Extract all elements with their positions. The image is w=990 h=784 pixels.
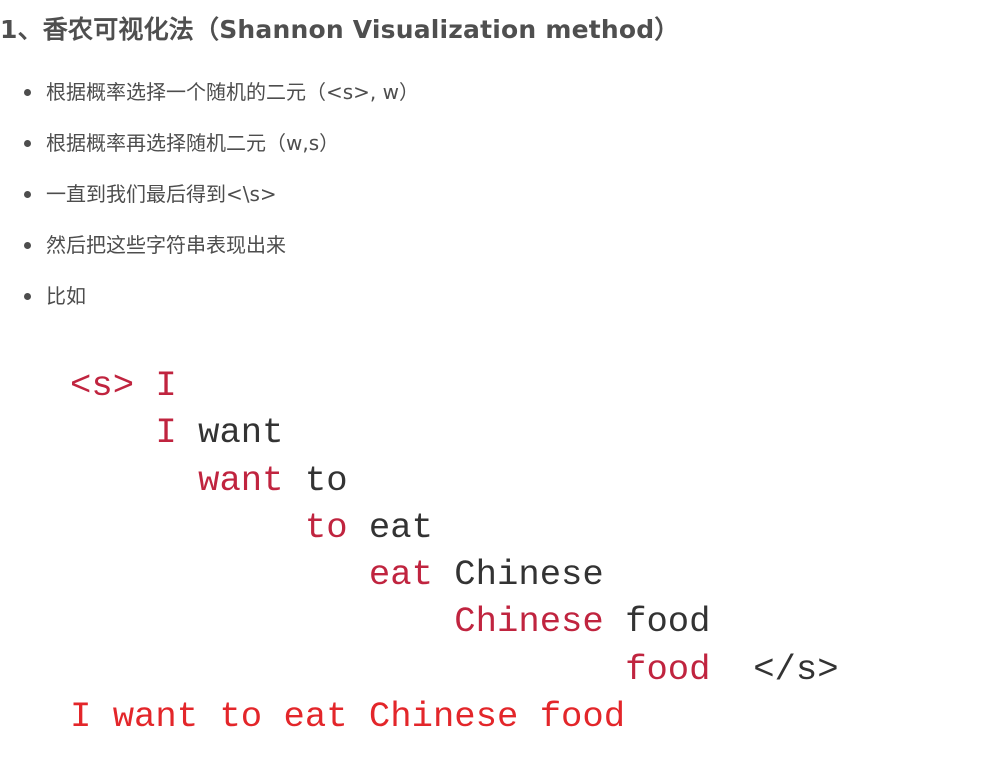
bullet-icon <box>24 89 31 96</box>
list-item-text: 根据概率再选择随机二元（w,s） <box>46 131 340 155</box>
bigram-next-token: Chinese <box>454 554 604 596</box>
section-heading: 1、香农可视化法（Shannon Visualization method） <box>0 15 680 44</box>
bigram-context-token: <s> <box>70 365 135 406</box>
bigram-row: food </s> <box>70 646 839 693</box>
list-item-text: 根据概率选择一个随机的二元（<s>, w） <box>46 80 420 104</box>
bullet-list: 根据概率选择一个随机的二元（<s>, w） 根据概率再选择随机二元（w,s） 一… <box>0 72 419 327</box>
bigram-context-token: Chinese <box>454 601 604 643</box>
bigram-context-token: food <box>625 648 711 690</box>
bigram-row: Chinese food <box>70 598 710 645</box>
bigram-row: to eat <box>70 504 625 551</box>
list-item: 比如 <box>0 276 419 327</box>
generated-sentence: I want to eat Chinese food <box>70 696 626 738</box>
bigram-row: want to <box>70 457 625 504</box>
bigram-example: <s> I Iwant want to to eat eat Chinese Chinese foo… <box>70 362 839 740</box>
list-item: 根据概率选择一个随机的二元（<s>, w） <box>0 72 419 123</box>
bigram-next-token: food <box>625 601 711 643</box>
bullet-icon <box>24 191 31 198</box>
bullet-icon <box>24 242 31 249</box>
bullet-icon <box>24 293 31 300</box>
list-item-text: 一直到我们最后得到<\s> <box>46 182 277 206</box>
list-item-text: 然后把这些字符串表现出来 <box>46 233 286 257</box>
bigram-context-token: I <box>155 412 177 454</box>
bigram-row: eat Chinese <box>70 551 625 598</box>
list-item: 一直到我们最后得到<\s> <box>0 174 419 225</box>
bullet-icon <box>24 140 31 147</box>
bigram-row: Iwant <box>70 409 625 456</box>
list-item-text: 比如 <box>46 284 86 308</box>
list-item: 然后把这些字符串表现出来 <box>0 225 419 276</box>
list-item: 根据概率再选择随机二元（w,s） <box>0 123 419 174</box>
bigram-row: <s> I <box>70 362 625 409</box>
bigram-next-token: eat <box>368 506 433 548</box>
bigram-next-token: want <box>198 412 284 454</box>
bigram-next-token: </s> <box>753 648 839 690</box>
bigram-next-token: to <box>304 459 348 501</box>
bigram-context-token: to <box>304 506 348 548</box>
bigram-context-token: want <box>198 459 284 501</box>
bigram-context-token: eat <box>368 554 433 596</box>
bigram-context-token: I <box>155 365 177 406</box>
